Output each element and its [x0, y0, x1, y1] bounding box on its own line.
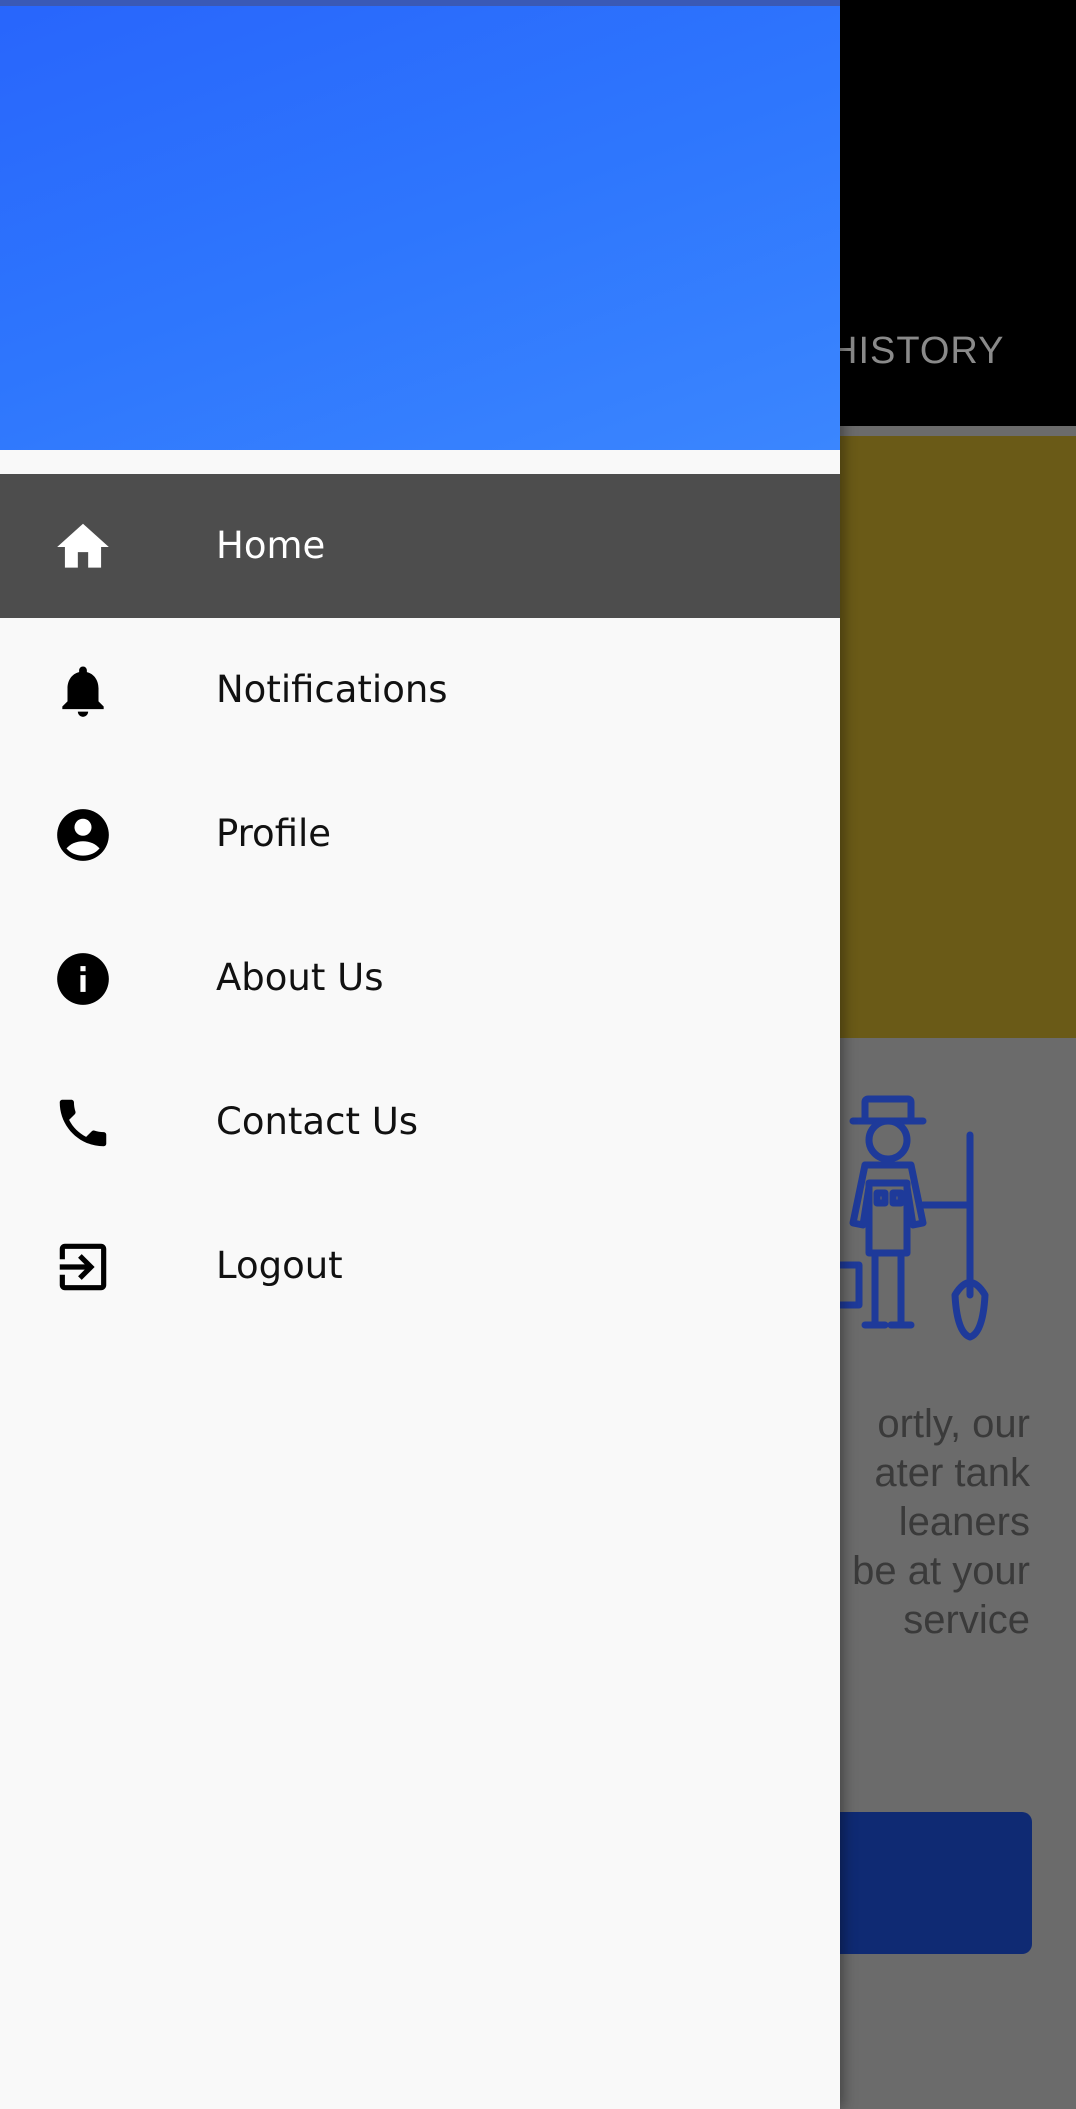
menu-item-about-us[interactable]: About Us — [0, 906, 840, 1050]
menu-item-label: Profile — [216, 812, 332, 855]
logout-icon — [52, 1236, 114, 1298]
navigation-drawer: Home Notifications Profile About Us Cont — [0, 0, 840, 2109]
cleaner-illustration-icon — [835, 1095, 989, 1341]
phone-icon — [52, 1092, 114, 1154]
menu-item-contact-us[interactable]: Contact Us — [0, 1050, 840, 1194]
menu-item-label: Contact Us — [216, 1100, 419, 1143]
menu-item-label: Notifications — [216, 668, 448, 711]
bell-icon — [52, 660, 114, 722]
menu-item-label: Logout — [216, 1244, 343, 1287]
home-icon — [52, 516, 114, 578]
menu-item-home[interactable]: Home — [0, 474, 840, 618]
menu-item-profile[interactable]: Profile — [0, 762, 840, 906]
menu-item-label: About Us — [216, 956, 384, 999]
drawer-header — [0, 0, 840, 450]
drawer-menu: Home Notifications Profile About Us Cont — [0, 474, 840, 1338]
tab-history[interactable]: HISTORY — [830, 330, 1005, 373]
account-circle-icon — [52, 804, 114, 866]
status-bar-strip — [0, 0, 840, 6]
menu-item-notifications[interactable]: Notifications — [0, 618, 840, 762]
menu-item-logout[interactable]: Logout — [0, 1194, 840, 1338]
info-icon — [52, 948, 114, 1010]
menu-item-label: Home — [216, 524, 326, 567]
